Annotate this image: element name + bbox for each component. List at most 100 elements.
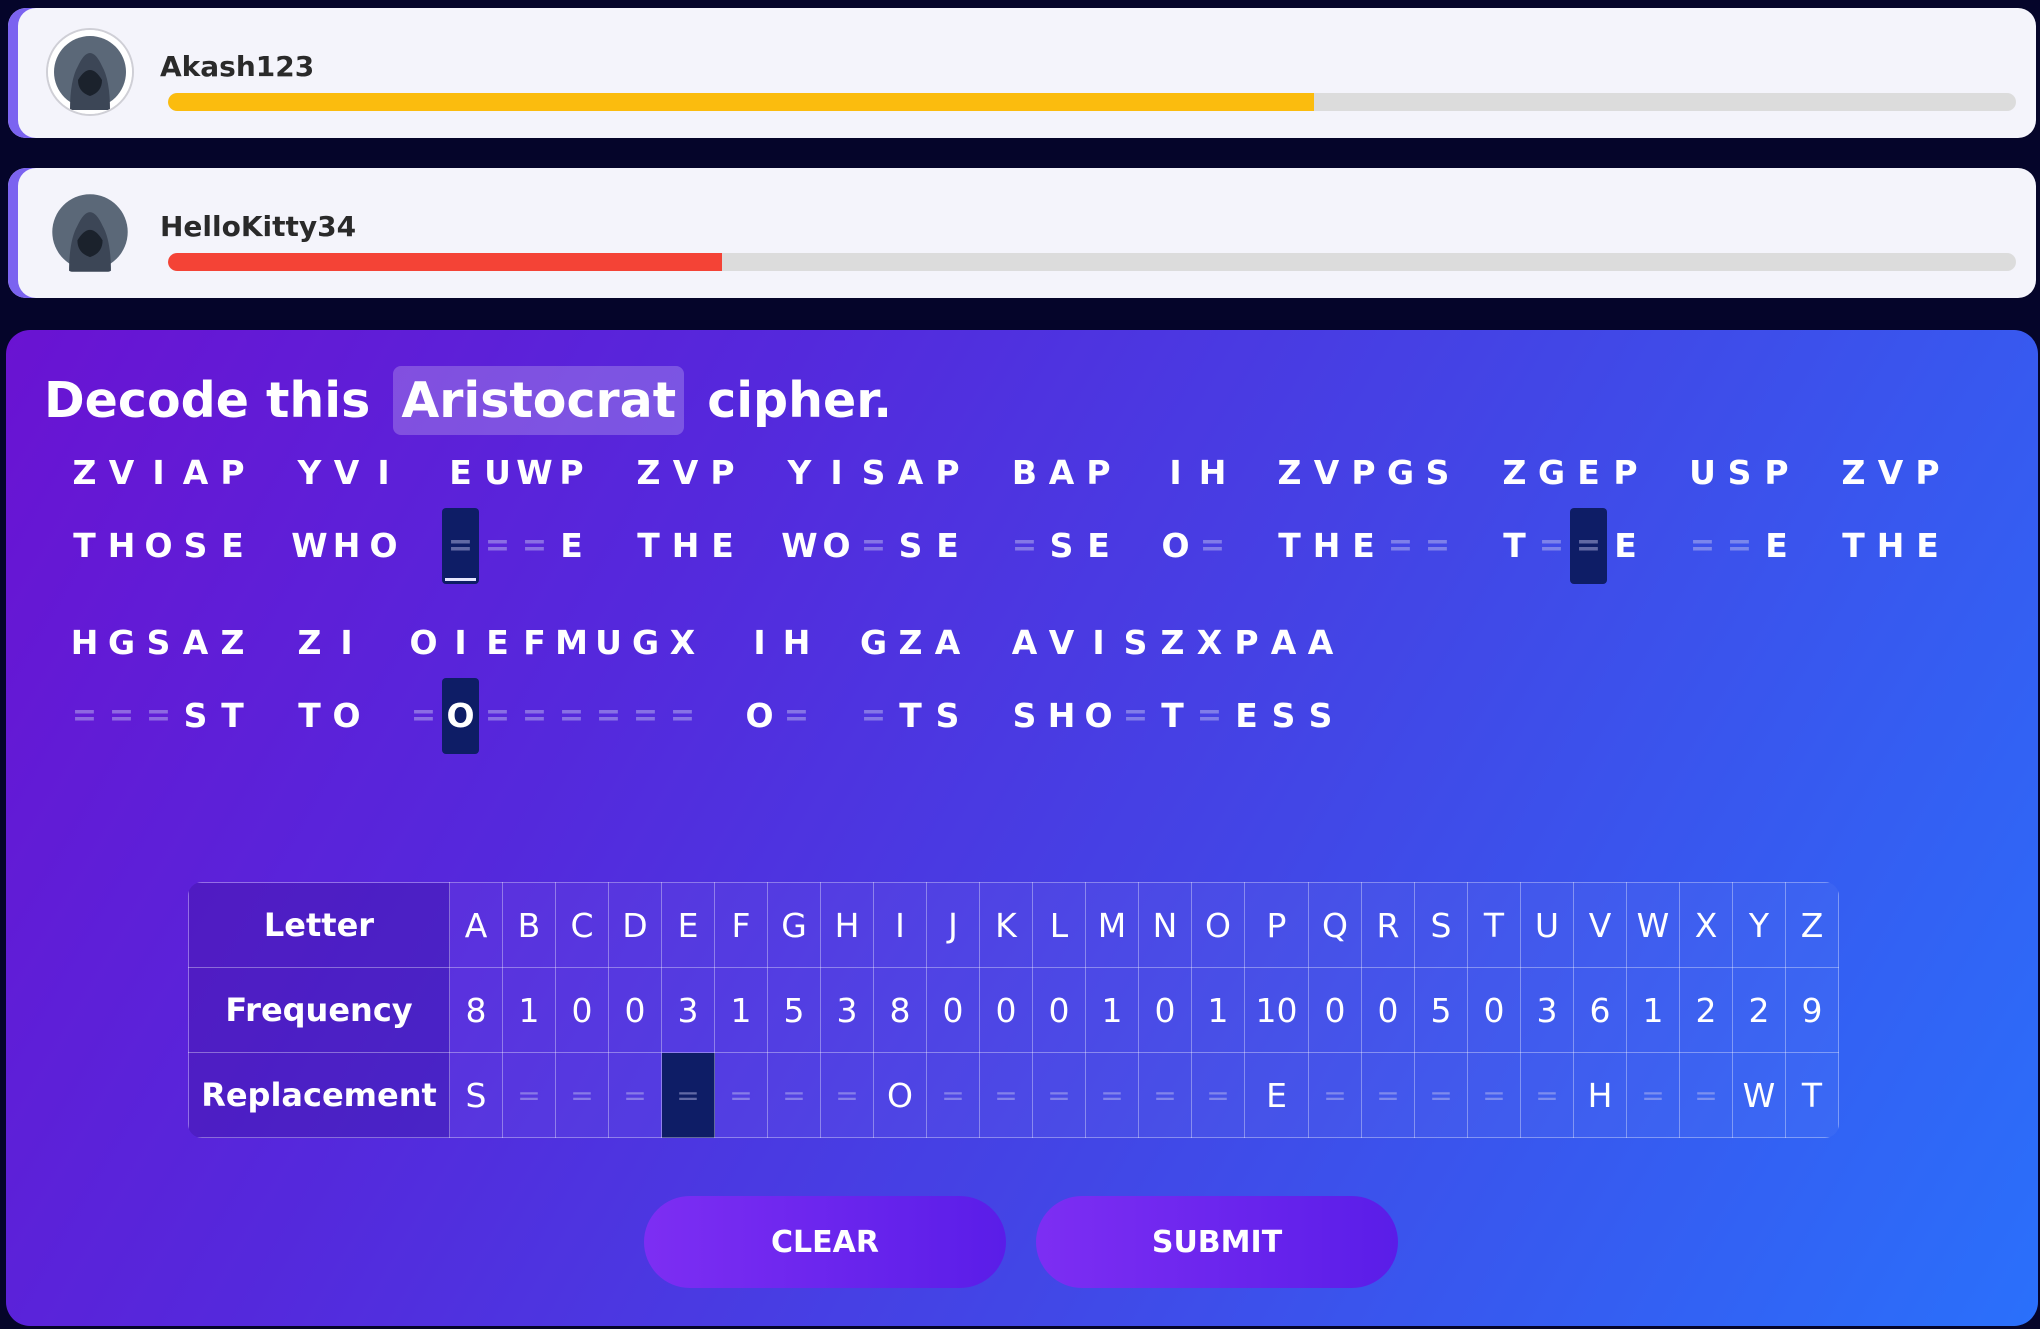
plaintext-blank-input[interactable]: =: [103, 678, 140, 754]
plaintext-blank-input[interactable]: =: [1117, 678, 1154, 754]
replacement-input[interactable]: =: [1191, 1052, 1245, 1138]
plaintext-letter-input[interactable]: O: [1157, 508, 1194, 584]
plaintext-blank-input[interactable]: =: [442, 508, 479, 584]
plaintext-letter-input[interactable]: E: [1228, 678, 1265, 754]
plaintext-letter-input[interactable]: H: [103, 508, 140, 584]
plaintext-letter-input[interactable]: T: [1496, 508, 1533, 584]
plaintext-letter-input[interactable]: E: [1345, 508, 1382, 584]
plaintext-letter-input[interactable]: H: [1043, 678, 1080, 754]
plaintext-blank-input[interactable]: =: [855, 678, 892, 754]
plaintext-letter-input[interactable]: O: [442, 678, 479, 754]
replacement-input[interactable]: S: [449, 1052, 503, 1138]
plaintext-blank-input[interactable]: =: [516, 508, 553, 584]
plaintext-blank-input[interactable]: =: [66, 678, 103, 754]
plaintext-letter-input[interactable]: S: [929, 678, 966, 754]
plaintext-letter-input[interactable]: T: [1271, 508, 1308, 584]
cipher-letter: A: [182, 623, 209, 662]
plaintext-blank-input[interactable]: =: [1570, 508, 1607, 584]
replacement-input[interactable]: =: [767, 1052, 821, 1138]
plaintext-blank-input[interactable]: =: [405, 678, 442, 754]
plaintext-letter-input[interactable]: T: [1154, 678, 1191, 754]
plaintext-letter-input[interactable]: E: [1607, 508, 1644, 584]
plaintext-letter-input[interactable]: E: [704, 508, 741, 584]
plaintext-blank-input[interactable]: =: [479, 508, 516, 584]
replacement-input[interactable]: =: [1361, 1052, 1415, 1138]
replacement-input[interactable]: =: [979, 1052, 1033, 1138]
clear-button[interactable]: CLEAR: [644, 1196, 1006, 1288]
plaintext-letter-input[interactable]: S: [892, 508, 929, 584]
plaintext-blank-input[interactable]: =: [1382, 508, 1419, 584]
plaintext-letter-input[interactable]: S: [1043, 508, 1080, 584]
replacement-input[interactable]: =: [555, 1052, 609, 1138]
replacement-input[interactable]: =: [1032, 1052, 1086, 1138]
plaintext-letter-input[interactable]: T: [630, 508, 667, 584]
replacement-input[interactable]: =: [1138, 1052, 1192, 1138]
plaintext-blank-input[interactable]: =: [553, 678, 590, 754]
replacement-input[interactable]: =: [1520, 1052, 1574, 1138]
plaintext-letter-input[interactable]: O: [140, 508, 177, 584]
plaintext-blank-input[interactable]: =: [627, 678, 664, 754]
plaintext-letter-input[interactable]: E: [929, 508, 966, 584]
submit-button[interactable]: SUBMIT: [1036, 1196, 1398, 1288]
plaintext-letter-input[interactable]: T: [291, 678, 328, 754]
plaintext-letter-input[interactable]: H: [1872, 508, 1909, 584]
plaintext-letter-input[interactable]: E: [1909, 508, 1946, 584]
replacement-input[interactable]: =: [502, 1052, 556, 1138]
plaintext-letter-input[interactable]: H: [328, 508, 365, 584]
replacement-input[interactable]: E: [1244, 1052, 1309, 1138]
plaintext-blank-input[interactable]: =: [1419, 508, 1456, 584]
plaintext-letter-input[interactable]: O: [741, 678, 778, 754]
plaintext-blank-input[interactable]: =: [1533, 508, 1570, 584]
plaintext-letter-input[interactable]: W: [291, 508, 328, 584]
plaintext-blank-input[interactable]: =: [590, 678, 627, 754]
plaintext-letter-input[interactable]: H: [667, 508, 704, 584]
plaintext-letter-input[interactable]: O: [365, 508, 402, 584]
replacement-input[interactable]: =: [820, 1052, 874, 1138]
plaintext-blank-input[interactable]: =: [1684, 508, 1721, 584]
plaintext-letter-input[interactable]: E: [214, 508, 251, 584]
plaintext-letter-input[interactable]: S: [1302, 678, 1339, 754]
replacement-input[interactable]: H: [1573, 1052, 1627, 1138]
replacement-input[interactable]: =: [926, 1052, 980, 1138]
replacement-input[interactable]: W: [1732, 1052, 1786, 1138]
plaintext-blank-input[interactable]: =: [1191, 678, 1228, 754]
plaintext-letter-input[interactable]: E: [1758, 508, 1795, 584]
plaintext-letter-input[interactable]: T: [1835, 508, 1872, 584]
plaintext-letter-input[interactable]: S: [177, 508, 214, 584]
plaintext-blank-input[interactable]: =: [516, 678, 553, 754]
replacement-input[interactable]: =: [714, 1052, 768, 1138]
plaintext-letter-input[interactable]: H: [1308, 508, 1345, 584]
plaintext-letter-input[interactable]: T: [66, 508, 103, 584]
plaintext-blank-input[interactable]: =: [140, 678, 177, 754]
replacement-input[interactable]: =: [1085, 1052, 1139, 1138]
replacement-input[interactable]: T: [1785, 1052, 1839, 1138]
plaintext-blank-input[interactable]: =: [1194, 508, 1231, 584]
plaintext-letter-input[interactable]: O: [328, 678, 365, 754]
plaintext-letter-input[interactable]: S: [1006, 678, 1043, 754]
replacement-input[interactable]: O: [873, 1052, 927, 1138]
replacement-input[interactable]: =: [661, 1052, 715, 1138]
plaintext-letter-input[interactable]: S: [1265, 678, 1302, 754]
plaintext-blank-input[interactable]: =: [1006, 508, 1043, 584]
letter-cell: E: [661, 882, 715, 968]
plaintext-letter-input[interactable]: O: [818, 508, 855, 584]
replacement-input[interactable]: =: [608, 1052, 662, 1138]
plaintext-letter-input[interactable]: S: [177, 678, 214, 754]
plaintext-letter-input[interactable]: W: [781, 508, 818, 584]
replacement-input[interactable]: =: [1308, 1052, 1362, 1138]
cipher-letter: G: [859, 623, 888, 662]
plaintext-blank-input[interactable]: =: [479, 678, 516, 754]
plaintext-letter-input[interactable]: T: [892, 678, 929, 754]
plaintext-letter-input[interactable]: T: [214, 678, 251, 754]
plaintext-letter-input[interactable]: O: [1080, 678, 1117, 754]
plaintext-blank-input[interactable]: =: [778, 678, 815, 754]
replacement-input[interactable]: =: [1467, 1052, 1521, 1138]
replacement-input[interactable]: =: [1626, 1052, 1680, 1138]
plaintext-letter-input[interactable]: E: [1080, 508, 1117, 584]
plaintext-letter-input[interactable]: E: [553, 508, 590, 584]
replacement-input[interactable]: =: [1679, 1052, 1733, 1138]
plaintext-blank-input[interactable]: =: [855, 508, 892, 584]
plaintext-blank-input[interactable]: =: [1721, 508, 1758, 584]
replacement-input[interactable]: =: [1414, 1052, 1468, 1138]
plaintext-blank-input[interactable]: =: [664, 678, 701, 754]
